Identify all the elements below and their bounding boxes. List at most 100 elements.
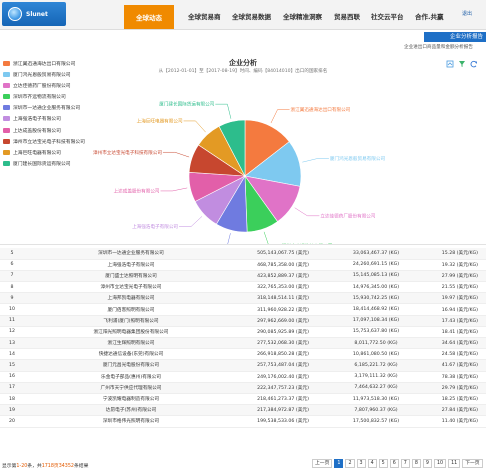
company-name[interactable]: 上海强浩电子有限公司 (24, 259, 238, 271)
row-index: 15 (0, 359, 24, 372)
company-name[interactable]: 浙江生辉照明有限公司 (24, 337, 238, 350)
pie-leader-line (227, 233, 231, 244)
row-index: 9 (0, 292, 24, 305)
company-name[interactable]: 广州市天宁供应代理有限公司 (24, 382, 238, 394)
weight-cell: 15,930,742.25 (KG) (328, 292, 424, 305)
page-button[interactable]: 9 (422, 459, 432, 468)
company-name[interactable]: 达昂电子(苏州)有限公司 (24, 404, 238, 417)
amount-cell: 277,532,068.30 (美元) (238, 337, 328, 350)
amount-cell: 311,960,928.22 (美元) (238, 303, 328, 316)
company-name[interactable]: 厦门佰客照明有限公司 (24, 303, 238, 316)
amount-cell: 468,785,358.00 (美元) (238, 259, 328, 271)
unit-price-cell: 27.99 (美元/KG) (424, 270, 486, 283)
row-index: 6 (0, 259, 24, 271)
table-row[interactable]: 12 浙江阳光照明电器集团股份有限公司 290,085,925.89 (美元) 15,… (0, 326, 486, 339)
table-row[interactable]: 6 上海强浩电子有限公司 468,785,358.00 (美元) 24,260,691… (0, 259, 486, 271)
amount-cell: 218,461,273.37 (美元) (238, 393, 328, 406)
row-index: 11 (0, 315, 24, 327)
company-name[interactable]: 上海邦凯电器有限公司 (24, 292, 238, 305)
amount-cell: 297,962,669.00 (美元) (238, 315, 328, 327)
table-row[interactable]: 14 快捷达通信设备(东莞)有限公司 266,918,850.28 (美元) 10,8… (0, 348, 486, 361)
pie-leader-line (179, 216, 203, 227)
amount-cell: 222,347,757.23 (美元) (238, 382, 328, 394)
table-row[interactable]: 15 厦门元昌光电股份有限公司 257,753,487.04 (美元) 6,185,2… (0, 359, 486, 372)
pie-leader-line (294, 207, 320, 217)
pagination: 上一页 1 2 3 4 5 6 7 8 9 10 11 下一页 (312, 459, 483, 469)
pie-chart: 浙江翼迅通海达出口有限公司厦门鸿光恩般贸易有限公司立达佳德药厂股份有限公司深圳市… (93, 101, 385, 244)
table-row[interactable]: 10 厦门佰客照明有限公司 311,960,928.22 (美元) 18,414,46… (0, 303, 486, 316)
table-row[interactable]: 17 广州市天宁供应代理有限公司 222,347,757.23 (美元) 7,464,… (0, 382, 486, 394)
page-button[interactable]: 8 (411, 459, 421, 468)
row-index: 17 (0, 382, 24, 394)
page-button[interactable]: 10 (433, 459, 447, 468)
unit-price-cell: 15.28 (美元/KG) (424, 248, 486, 260)
page-button[interactable]: 3 (356, 459, 366, 468)
unit-price-cell: 24.58 (美元/KG) (424, 348, 486, 361)
unit-price-cell: 19.97 (美元/KG) (424, 292, 486, 305)
weight-cell: 7,464,632.27 (KG) (328, 382, 424, 394)
company-name[interactable]: 厦门元昌光电股份有限公司 (24, 359, 238, 372)
table-row[interactable]: 16 乐金电子部品(惠州)有限公司 249,176,002.40 (美元) 3,179… (0, 371, 486, 383)
page-button[interactable]: 2 (345, 459, 355, 468)
weight-cell: 17,500,832.57 (KG) (328, 415, 424, 428)
ranking-table: 5 深圳市一达通企业服务有限公司 505,143,067.75 (美元) 33,063… (0, 248, 486, 428)
amount-cell: 266,918,850.28 (美元) (238, 348, 328, 361)
pie-leader-line (162, 151, 190, 158)
next-page-button[interactable]: 下一页 (462, 459, 483, 468)
weight-cell: 15,753,637.80 (KG) (328, 326, 424, 339)
page-button[interactable]: 5 (378, 459, 388, 468)
company-name[interactable]: 乐金电子部品(惠州)有限公司 (24, 371, 238, 383)
pie-label: 漳州市立达宝光电子科技有限公司 (93, 149, 162, 156)
company-name[interactable]: 漳州市立达宝光电子有限公司 (24, 281, 238, 294)
table-row[interactable]: 8 漳州市立达宝光电子有限公司 322,765,353.00 (美元) 14,976,… (0, 281, 486, 294)
weight-cell: 11,973,518.30 (KG) (328, 393, 424, 406)
page-button[interactable]: 4 (367, 459, 377, 468)
page-button[interactable]: 1 (334, 459, 344, 468)
amount-cell: 322,765,353.00 (美元) (238, 281, 328, 294)
row-index: 13 (0, 337, 24, 350)
weight-cell: 17,097,108.34 (KG) (328, 315, 424, 327)
unit-price-cell: 34.64 (美元/KG) (424, 337, 486, 350)
amount-cell: 249,176,002.40 (美元) (238, 371, 328, 383)
page-button[interactable]: 7 (400, 459, 410, 468)
company-name[interactable]: 浙江阳光照明电器集团股份有限公司 (24, 326, 238, 339)
prev-page-button[interactable]: 上一页 (312, 459, 333, 468)
company-name[interactable]: 宁波凯耀电器制造有限公司 (24, 393, 238, 406)
pie-leader-line (183, 120, 206, 133)
unit-price-cell: 19.32 (美元/KG) (424, 259, 486, 271)
row-index: 12 (0, 326, 24, 339)
pie-label: 厦门建长国际货运有限公司 (159, 101, 215, 108)
pie-leader-line (160, 187, 188, 192)
table-row[interactable]: 13 浙江生辉照明有限公司 277,532,068.30 (美元) 8,011,772… (0, 337, 486, 350)
row-index: 10 (0, 303, 24, 316)
page-button[interactable]: 11 (448, 459, 461, 468)
weight-cell: 8,011,772.50 (KG) (328, 337, 424, 350)
row-index: 5 (0, 248, 24, 260)
weight-cell: 6,185,221.72 (KG) (328, 359, 424, 372)
unit-price-cell: 11.40 (美元/KG) (424, 415, 486, 428)
pie-label: 立达佳德药厂股份有限公司 (320, 212, 376, 219)
table-row[interactable]: 11 飞利浦(厦门)照明有限公司 297,962,669.00 (美元) 17,097… (0, 315, 486, 327)
table-row[interactable]: 7 厦门盛士达照明有限公司 423,852,889.37 (美元) 15,145,08… (0, 270, 486, 283)
company-name[interactable]: 厦门盛士达照明有限公司 (24, 270, 238, 283)
company-name[interactable]: 飞利浦(厦门)照明有限公司 (24, 315, 238, 327)
company-name[interactable]: 深圳市一达通企业服务有限公司 (24, 248, 238, 260)
table-row[interactable]: 9 上海邦凯电器有限公司 318,148,514.11 (美元) 15,930,742… (0, 292, 486, 305)
weight-cell: 33,063,467.37 (KG) (328, 248, 424, 260)
pie-label: 上海巨旺电器有限公司 (137, 118, 183, 125)
weight-cell: 18,414,468.92 (KG) (328, 303, 424, 316)
page-button[interactable]: 6 (389, 459, 399, 468)
table-row[interactable]: 19 达昂电子(苏州)有限公司 217,384,972.87 (美元) 7,807,9… (0, 404, 486, 417)
row-index: 18 (0, 393, 24, 406)
weight-cell: 24,260,691.15 (KG) (328, 259, 424, 271)
section-divider (0, 244, 486, 245)
row-index: 7 (0, 270, 24, 283)
table-row[interactable]: 5 深圳市一达通企业服务有限公司 505,143,067.75 (美元) 33,063… (0, 248, 486, 260)
table-row[interactable]: 20 深圳市格伟光照明有限公司 199,538,533.06 (美元) 17,500,… (0, 415, 486, 428)
company-name[interactable]: 深圳市格伟光照明有限公司 (24, 415, 238, 428)
table-row[interactable]: 18 宁波凯耀电器制造有限公司 218,461,273.37 (美元) 11,973,… (0, 393, 486, 406)
unit-price-cell: 78.38 (美元/KG) (424, 371, 486, 383)
weight-cell: 15,145,085.13 (KG) (328, 270, 424, 283)
company-name[interactable]: 快捷达通信设备(东莞)有限公司 (24, 348, 238, 361)
pie-leader-line (270, 109, 290, 124)
